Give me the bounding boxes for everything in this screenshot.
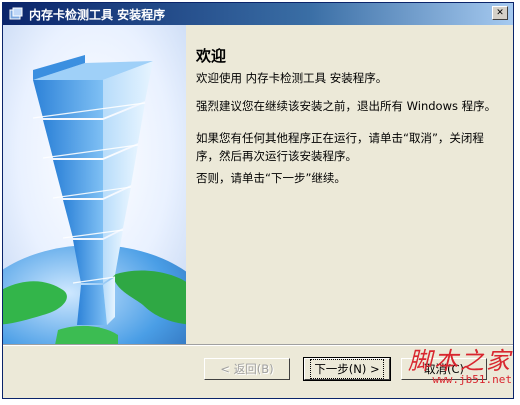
continue-instruction-text: 否则，请单击“下一步”继续。 [196,171,346,185]
welcome-text: 欢迎使用 内存卡检测工具 安装程序。 [196,71,388,85]
welcome-content: 欢迎 欢迎使用 内存卡检测工具 安装程序。 强烈建议您在继续该安装之前，退出所有… [186,25,513,344]
window-title: 内存卡检测工具 安装程序 [29,7,166,22]
tower-globe-illustration [3,25,186,344]
watermark-text: 脚本之家 [408,347,512,375]
title-bar[interactable]: 内存卡检测工具 安装程序 ✕ [3,3,513,25]
cancel-instruction-text: 如果您有任何其他程序正在运行，请单击“取消”，关闭程序，然后再次运行该安装程序。 [196,131,484,163]
back-button-label: < 返回(B) [220,362,274,376]
installer-icon [9,7,23,21]
next-button-label: 下一步(N) > [310,359,384,379]
watermark: 脚本之家 www.jb51.net [408,348,512,386]
close-button[interactable]: ✕ [492,6,508,20]
footer-divider [3,344,513,346]
watermark-url: www.jb51.net [432,373,512,386]
back-button[interactable]: < 返回(B) [204,358,290,380]
next-button[interactable]: 下一步(N) > [303,357,391,381]
page-title: 欢迎 [196,47,227,65]
close-icon: ✕ [496,7,504,18]
side-illustration-panel [3,25,186,344]
setup-window: 内存卡检测工具 安装程序 ✕ 欢迎 欢迎使用 内存卡检测工具 安装程序。 强烈建… [2,2,514,399]
exit-programs-text: 强烈建议您在继续该安装之前，退出所有 Windows 程序。 [196,99,497,113]
